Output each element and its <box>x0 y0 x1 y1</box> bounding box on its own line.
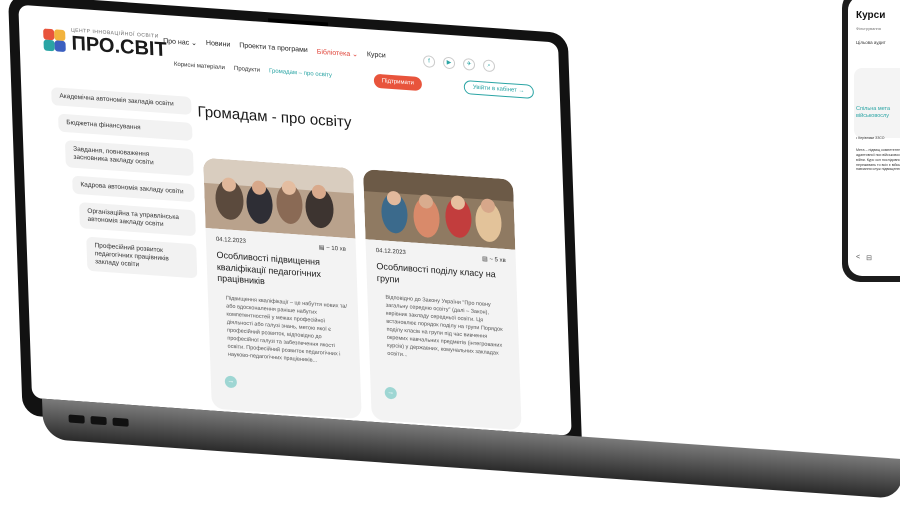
logo-name: ПРО.СВІТ <box>71 32 168 62</box>
phone-course-tag: • Керівники ЗЗСО <box>856 136 885 140</box>
article-date: 04.12.2023 <box>375 247 406 257</box>
phone-course-title[interactable]: Спільна мета військовослу <box>856 106 900 120</box>
sidebar-item-founder-duties[interactable]: Завдання, повноваження засновника заклад… <box>64 140 194 176</box>
laptop-bezel: ЦЕНТР ІННОВАЦІЙНОЇ ОСВІТИ ПРО.СВІТ Про н… <box>8 0 583 455</box>
phone-device: Курси Фільтрування Цільова аудит Спільна… <box>842 0 900 282</box>
nav-item-news[interactable]: Новини <box>206 40 231 50</box>
topic-sidebar: Академічна автономія закладів освіти Бюд… <box>51 87 198 287</box>
subnav-item-communities[interactable]: Громадам – про освіту <box>269 68 332 78</box>
nav-item-courses[interactable]: Курси <box>367 51 386 60</box>
article-date: 04.12.2023 <box>215 236 247 245</box>
phone-bottom-nav: < ⊟ <box>856 254 872 262</box>
article-excerpt: Підвищення кваліфікації – це набуття нов… <box>225 295 348 364</box>
read-time: ▤ ~ 5 хв <box>482 256 506 265</box>
support-button[interactable]: Підтримати <box>373 73 423 92</box>
logo-mark-icon <box>43 27 66 52</box>
login-cabinet-button[interactable]: Увійти в кабінет → <box>463 80 534 99</box>
sidebar-item-staff-autonomy[interactable]: Кадрова автономія закладу освіти <box>72 175 195 202</box>
main-nav: Про нас ⌄ Новини Проекти та програми Біб… <box>163 37 386 61</box>
article-excerpt: Відповідно до Закону України "Про повну … <box>385 295 503 359</box>
back-icon[interactable]: < <box>856 254 860 262</box>
youtube-icon[interactable]: ▶ <box>442 56 456 70</box>
tabs-icon[interactable]: ⊟ <box>866 254 872 262</box>
laptop-screen: ЦЕНТР ІННОВАЦІЙНОЇ ОСВІТИ ПРО.СВІТ Про н… <box>18 4 572 436</box>
nav-item-projects[interactable]: Проекти та програми <box>239 42 308 55</box>
logo-text: ЦЕНТР ІННОВАЦІЙНОЇ ОСВІТИ ПРО.СВІТ <box>71 27 168 62</box>
telegram-icon[interactable]: ✈ <box>462 57 476 71</box>
laptop-device: ЦЕНТР ІННОВАЦІЙНОЇ ОСВІТИ ПРО.СВІТ Про н… <box>8 0 900 527</box>
article-title[interactable]: Особливості підвищення кваліфікації педа… <box>216 250 347 294</box>
nav-item-about[interactable]: Про нас ⌄ <box>163 37 197 47</box>
phone-course-card[interactable] <box>854 68 900 138</box>
subnav-item-materials[interactable]: Корисні матеріали <box>174 62 225 72</box>
sidebar-item-budget[interactable]: Бюджетна фінансування <box>58 113 193 142</box>
phone-course-text: Мета – підвищ компетентност адаптивної п… <box>856 148 900 172</box>
article-card[interactable]: 04.12.2023 ▤ ~ 5 хв Особливості поділу к… <box>363 169 522 431</box>
library-subnav: Корисні матеріали Продукти Громадам – пр… <box>174 62 332 79</box>
social-links: f ▶ ✈ ⌕ <box>422 55 496 73</box>
arrow-right-icon[interactable]: → <box>384 386 397 400</box>
facebook-icon[interactable]: f <box>422 55 436 69</box>
search-icon[interactable]: ⌕ <box>482 59 496 73</box>
phone-page-title: Курси <box>856 10 886 21</box>
article-card[interactable]: 04.12.2023 ▤ ~ 10 хв Особливості підвище… <box>203 157 362 420</box>
phone-filter-label: Фільтрування <box>856 26 881 31</box>
read-time: ▤ ~ 10 хв <box>318 244 347 253</box>
article-title[interactable]: Особливості поділу класу на групи <box>376 261 507 294</box>
subnav-item-products[interactable]: Продукти <box>234 66 260 74</box>
site-logo[interactable]: ЦЕНТР ІННОВАЦІЙНОЇ ОСВІТИ ПРО.СВІТ <box>43 26 168 62</box>
laptop-ports <box>68 414 129 427</box>
nav-item-library[interactable]: Бібліотека ⌄ <box>317 48 358 59</box>
arrow-right-icon[interactable]: → <box>224 375 238 389</box>
phone-filter-audience[interactable]: Цільова аудит <box>856 40 886 45</box>
page-title: Громадам - про освіту <box>197 103 352 132</box>
phone-screen: Курси Фільтрування Цільова аудит Спільна… <box>848 0 900 276</box>
article-photo <box>363 169 516 250</box>
sidebar-item-academic-autonomy[interactable]: Академічна автономія закладів освіти <box>51 87 192 116</box>
sidebar-item-org-autonomy[interactable]: Організаційна та управлінська автономія … <box>79 201 196 237</box>
sidebar-item-professional-development[interactable]: Професійний розвиток педагогічних праців… <box>86 236 198 279</box>
article-photo <box>203 157 356 239</box>
